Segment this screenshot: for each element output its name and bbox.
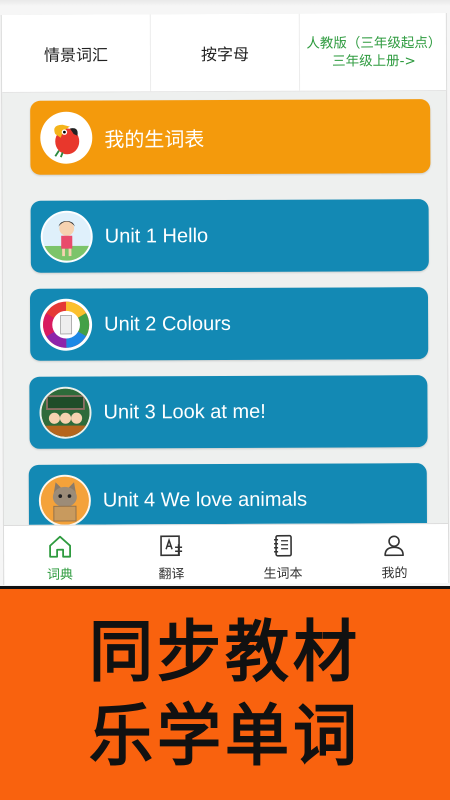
top-edge — [0, 0, 450, 6]
color-wheel-icon — [39, 298, 93, 351]
tab-by-letter[interactable]: 按字母 — [150, 13, 301, 92]
category-tab-bar: 情景词汇 按字母 人教版（三年级起点） 三年级上册-> — [1, 13, 449, 93]
list-item-label: Unit 1 Hello — [104, 224, 209, 248]
list-item-unit-2[interactable]: Unit 2 Colours — [29, 287, 429, 361]
classroom-kids-icon — [39, 386, 92, 439]
cat-icon — [38, 474, 91, 527]
nav-item-label: 翻译 — [158, 567, 185, 583]
nav-item-wordbook[interactable]: 生词本 — [227, 525, 339, 585]
nav-item-label: 词典 — [46, 567, 73, 583]
unit-list: 我的生词表 Unit 1 Hello Unit 2 Colours Unit 3… — [2, 97, 448, 537]
tab-label: 人教版（三年级起点） — [306, 34, 442, 52]
notebook-icon — [273, 534, 292, 557]
tab-label: 情景词汇 — [43, 45, 108, 65]
tab-textbook-edition[interactable]: 人教版（三年级起点） 三年级上册-> — [300, 13, 448, 91]
tab-scene-vocab[interactable]: 情景词汇 — [1, 14, 152, 92]
parrot-avatar-icon — [40, 111, 93, 164]
tab-sublabel: 三年级上册-> — [332, 52, 416, 70]
list-item-unit-1[interactable]: Unit 1 Hello — [30, 199, 429, 273]
promo-banner: 同步教材 乐学单词 — [0, 586, 450, 800]
list-item-label: Unit 2 Colours — [104, 312, 231, 336]
translate-icon — [160, 535, 183, 557]
list-item-label: Unit 4 We love animals — [102, 488, 308, 512]
girl-cartoon-icon — [40, 210, 93, 263]
promo-stage: 情景词汇 按字母 人教版（三年级起点） 三年级上册-> 我的生词表 Unit 1… — [0, 0, 450, 800]
banner-line-2: 乐学单词 — [89, 697, 361, 776]
nav-item-label: 我的 — [381, 566, 408, 582]
user-icon — [384, 535, 405, 557]
app-screen: 情景词汇 按字母 人教版（三年级起点） 三年级上册-> 我的生词表 Unit 1… — [0, 13, 450, 585]
list-item-unit-3[interactable]: Unit 3 Look at me! — [29, 375, 428, 449]
nav-item-label: 生词本 — [263, 566, 303, 582]
bottom-nav: 词典 翻译 生词本 我的 — [3, 523, 450, 585]
banner-line-1: 同步教材 — [89, 613, 361, 692]
list-item-label: 我的生词表 — [104, 128, 205, 152]
list-item-my-wordlist[interactable]: 我的生词表 — [30, 99, 431, 175]
tab-label: 按字母 — [200, 44, 249, 64]
list-item-label: Unit 3 Look at me! — [103, 400, 266, 424]
nav-item-translate[interactable]: 翻译 — [115, 525, 227, 585]
nav-item-profile[interactable]: 我的 — [338, 524, 449, 585]
home-icon — [48, 535, 71, 558]
nav-item-dictionary[interactable]: 词典 — [4, 525, 116, 584]
